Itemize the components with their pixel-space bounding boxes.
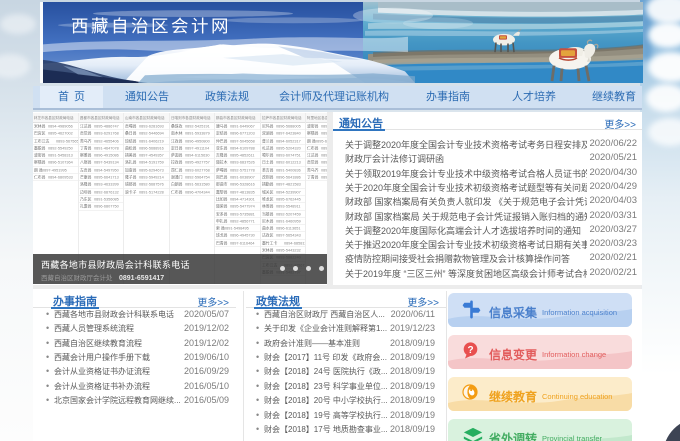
svg-text:?: ? (467, 345, 473, 356)
svg-text:西藏自治区会计网: 西藏自治区会计网 (71, 16, 231, 36)
